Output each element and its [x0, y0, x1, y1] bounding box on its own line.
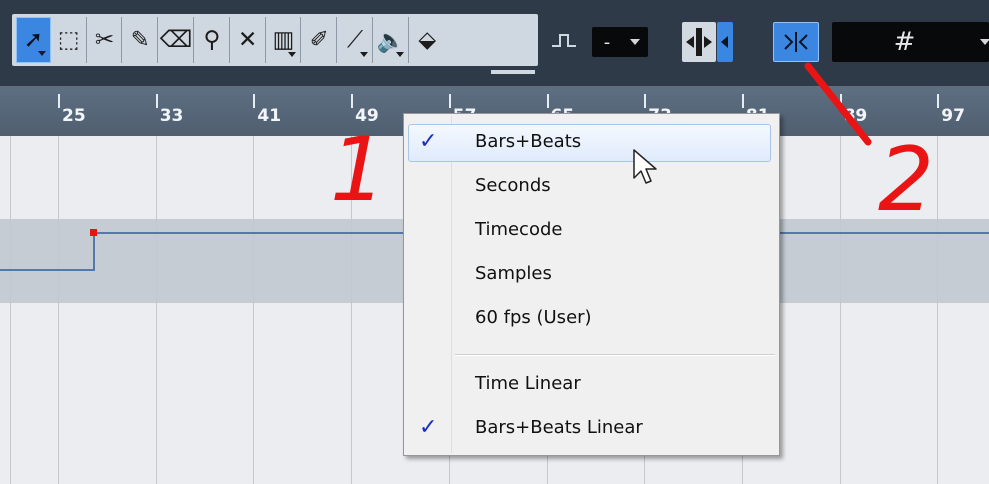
ruler-format-menu: ✓ Bars+Beats Seconds Timecode Samples 60 fps …: [403, 113, 780, 456]
menu-item-label: Samples: [475, 263, 552, 284]
menu-item-label: 60 fps (User): [475, 307, 592, 328]
checkmark-icon: ✓: [419, 415, 438, 440]
menu-item[interactable]: 60 fps (User): [404, 296, 779, 340]
menu-item[interactable]: ✓ Bars+Beats Linear: [404, 406, 779, 450]
menu-item-label: Seconds: [475, 175, 551, 196]
menu-item[interactable]: Samples: [404, 252, 779, 296]
menu-item-label: Time Linear: [475, 373, 581, 394]
menu-item-label: Bars+Beats Linear: [475, 417, 643, 438]
menu-item[interactable]: ✓ Bars+Beats: [404, 120, 779, 164]
annotation-two: 2: [878, 128, 934, 231]
mouse-cursor-icon: [633, 149, 657, 184]
menu-item[interactable]: Seconds: [404, 164, 779, 208]
menu-item[interactable]: Time Linear: [404, 362, 779, 406]
checkmark-icon: ✓: [419, 129, 438, 154]
menu-item[interactable]: Timecode: [404, 208, 779, 252]
menu-separator: [455, 354, 775, 356]
menu-item-highlight: [408, 124, 771, 162]
menu-item-label: Bars+Beats: [475, 131, 582, 152]
menu-item-label: Timecode: [475, 219, 563, 240]
